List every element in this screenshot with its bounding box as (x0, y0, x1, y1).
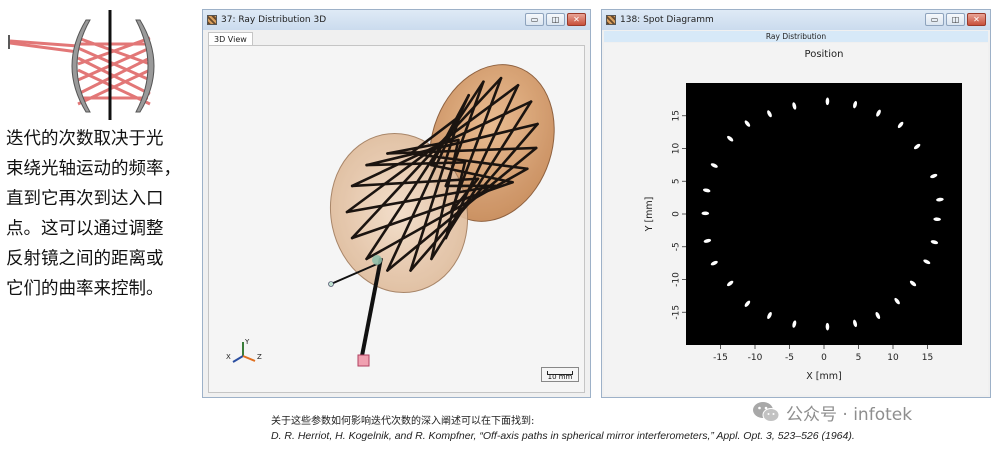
spot-chart[interactable]: Position -15 -10 -5 0 5 10 15 15 10 5 0 -5 -10 -15 X [m… (604, 43, 988, 395)
x-axis-label: X [mm] (806, 371, 841, 382)
window-titlebar[interactable]: 138: Spot Diagramm ▭ ◫ ✕ (602, 10, 990, 30)
spot-diagram-window[interactable]: 138: Spot Diagramm ▭ ◫ ✕ Ray Distributio… (601, 9, 991, 398)
y-tick-label: -15 (672, 305, 682, 320)
intro-line: 束绕光轴运动的频率， (6, 159, 181, 179)
scale-bar-line (547, 371, 573, 375)
restore-icon: ◫ (951, 15, 960, 24)
close-button[interactable]: ✕ (967, 13, 986, 26)
x-tick-label: 5 (856, 353, 862, 363)
tab-3d-view[interactable]: 3D View (208, 32, 253, 46)
minimize-icon: ▭ (930, 15, 939, 24)
watermark: 公众号 · infotek (752, 397, 912, 427)
restore-button[interactable]: ◫ (946, 13, 965, 26)
axis-label-x: X (226, 353, 231, 361)
restore-icon: ◫ (551, 15, 560, 24)
close-button[interactable]: ✕ (567, 13, 586, 26)
x-tick-label: 15 (922, 353, 933, 363)
minimize-icon: ▭ (530, 15, 539, 24)
close-icon: ✕ (973, 15, 980, 24)
y-tick-label: -10 (672, 272, 682, 287)
app-icon (606, 15, 616, 25)
ray-scene[interactable]: Y X Z (209, 46, 585, 393)
intro-line: 点。这可以通过调整 (6, 219, 164, 239)
aperture-marker (328, 281, 334, 287)
x-tick-label: 0 (821, 353, 827, 363)
axis-label-y: Y (244, 338, 250, 346)
mirror-cavity-illustration (8, 10, 155, 120)
close-icon: ✕ (573, 15, 580, 24)
y-axis-label: Y [mm] (644, 197, 655, 233)
scale-bar: 10 mm (541, 367, 579, 382)
intro-line: 它们的曲率来控制。 (6, 279, 164, 299)
x-tick-label: -10 (748, 353, 763, 363)
wechat-icon (753, 402, 780, 422)
window-title: 138: Spot Diagramm (620, 15, 714, 25)
app-icon (207, 15, 217, 25)
window-title: 37: Ray Distribution 3D (221, 15, 327, 25)
axis-triad: Y X Z (226, 338, 262, 363)
axis-label-z: Z (257, 353, 262, 361)
minimize-button[interactable]: ▭ (925, 13, 944, 26)
plot-area (686, 83, 962, 345)
watermark-text: 公众号 · infotek (786, 404, 913, 425)
spot-diagram-area[interactable]: Position -15 -10 -5 0 5 10 15 15 10 5 0 -5 -10 -15 X [m… (604, 43, 988, 395)
chart-title: Position (805, 49, 844, 60)
ray-distribution-3d-window[interactable]: 37: Ray Distribution 3D ▭ ◫ ✕ 3D View Y … (202, 9, 591, 398)
y-tick-label: 0 (672, 211, 682, 217)
y-tick-label: -5 (672, 242, 682, 251)
x-tick-label: 10 (887, 353, 899, 363)
intro-line: 迭代的次数取决于光 (6, 129, 164, 149)
intro-line: 反射镜之间的距离或 (6, 249, 164, 269)
y-tick-label: 5 (672, 178, 682, 184)
y-tick-label: 10 (672, 143, 682, 155)
y-tick-label: 15 (672, 110, 682, 121)
detector-spot (372, 255, 382, 265)
tab-ray-distribution[interactable]: Ray Distribution (604, 31, 988, 42)
3d-viewport[interactable]: Y X Z 10 mm (208, 45, 585, 393)
window-titlebar[interactable]: 37: Ray Distribution 3D ▭ ◫ ✕ (203, 10, 590, 30)
x-tick-label: -5 (785, 353, 794, 363)
minimize-button[interactable]: ▭ (525, 13, 544, 26)
intro-paragraph: 迭代的次数取决于光 束绕光轴运动的频率， 直到它再次到达入口 点。这可以通过调整… (6, 124, 192, 304)
restore-button[interactable]: ◫ (546, 13, 565, 26)
reference-citation: D. R. Herriot, H. Kogelnik, and R. Kompf… (271, 430, 855, 442)
x-tick-label: -15 (713, 353, 728, 363)
intro-line: 直到它再次到达入口 (6, 189, 164, 209)
source-marker (357, 354, 370, 367)
